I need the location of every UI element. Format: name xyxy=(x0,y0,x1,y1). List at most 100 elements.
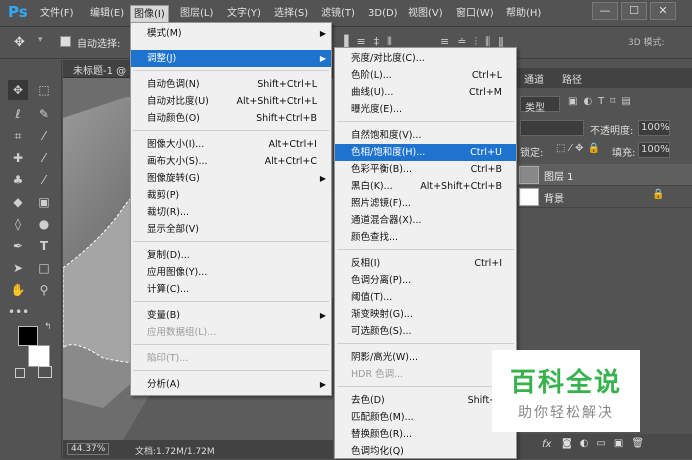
menu-item-exposure[interactable]: 曝光度(E)... xyxy=(335,101,516,118)
menu-item-replace-color[interactable]: 替换颜色(R)... xyxy=(335,426,516,443)
pen-icon[interactable]: ✒ xyxy=(8,236,28,256)
gradient-icon[interactable]: ▣ xyxy=(34,192,54,212)
layer-filter-select[interactable]: 类型 xyxy=(520,96,560,114)
background-color-swatch[interactable] xyxy=(28,345,50,367)
menu-item-match-color[interactable]: 匹配颜色(M)... xyxy=(335,409,516,426)
menu-help[interactable]: 帮助(H) xyxy=(506,6,541,22)
menu-item-gradient-map[interactable]: 渐变映射(G)... xyxy=(335,306,516,323)
menu-filter[interactable]: 滤镜(T) xyxy=(321,6,355,22)
toolbox: ✥ ⬚ ℓ ✎ ⌗ ⁄ ✚ ⁄ ♣ ⁄ ◆ ▣ ◊ ● ✒ T ➤ □ ✋ ⚲ … xyxy=(0,60,62,459)
layer-filter-icons[interactable]: ▣◐T⌑▤ xyxy=(568,96,637,107)
maximize-button[interactable]: ☐ xyxy=(621,2,647,20)
menu-item-levels[interactable]: 色阶(L)... Ctrl+L xyxy=(335,67,516,84)
blur-icon[interactable]: ◊ xyxy=(8,214,28,234)
crop-icon[interactable]: ⌗ xyxy=(8,126,28,146)
menu-item-reveal-all[interactable]: 显示全部(V) xyxy=(131,221,331,238)
menu-item-shadows-highlights[interactable]: 阴影/高光(W)... xyxy=(335,349,516,366)
menu-file[interactable]: 文件(F) xyxy=(40,6,74,22)
menu-item-color-balance[interactable]: 色彩平衡(B)... Ctrl+B xyxy=(335,161,516,178)
menu-type[interactable]: 文字(Y) xyxy=(227,6,261,22)
menu-item-auto-tone[interactable]: 自动色调(N) Shift+Ctrl+L xyxy=(131,76,331,93)
watermark-title: 百科全说 xyxy=(509,368,622,398)
menu-item-brightness-contrast[interactable]: 亮度/对比度(C)... xyxy=(335,50,516,67)
lasso-icon[interactable]: ℓ xyxy=(8,104,28,124)
zoom-level[interactable]: 44.37% xyxy=(67,443,110,455)
marquee-icon[interactable]: ⬚ xyxy=(34,80,54,100)
brush-icon[interactable]: ⁄ xyxy=(34,148,54,168)
menu-item-canvas-size[interactable]: 画布大小(S)... Alt+Ctrl+C xyxy=(131,153,331,170)
menu-item-black-white[interactable]: 黑白(K)... Alt+Shift+Ctrl+B xyxy=(335,178,516,195)
auto-select-checkbox[interactable] xyxy=(60,36,71,47)
panel-action-icons[interactable]: ◙◐▭▣🗑 xyxy=(562,438,652,449)
menu-item-auto-contrast[interactable]: 自动对比度(U) Alt+Shift+Ctrl+L xyxy=(131,93,331,110)
layer-row[interactable]: 图层 1 xyxy=(516,164,692,186)
menu-window[interactable]: 窗口(W) xyxy=(456,6,494,22)
menu-item-channel-mixer[interactable]: 通道混合器(X)... xyxy=(335,212,516,229)
menu-layer[interactable]: 图层(L) xyxy=(180,6,213,22)
move-icon[interactable]: ✥ xyxy=(8,80,28,100)
menu-edit[interactable]: 编辑(E) xyxy=(90,6,124,22)
menu-item-hue-saturation[interactable]: 色相/饱和度(H)... Ctrl+U xyxy=(335,144,516,161)
menu-item-image-size[interactable]: 图像大小(I)... Alt+Ctrl+I xyxy=(131,136,331,153)
menu-item-analysis[interactable]: 分析(A) ▶ xyxy=(131,376,331,393)
eraser-icon[interactable]: ◆ xyxy=(8,192,28,212)
foreground-color-swatch[interactable] xyxy=(18,326,38,346)
menu-item-auto-color[interactable]: 自动颜色(O) Shift+Ctrl+B xyxy=(131,110,331,127)
menu-item-vibrance[interactable]: 自然饱和度(V)... xyxy=(335,127,516,144)
history-brush-icon[interactable]: ⁄ xyxy=(34,170,54,190)
opacity-field[interactable]: 100% xyxy=(638,120,670,136)
fill-field[interactable]: 100% xyxy=(638,142,670,158)
photoshop-logo: Ps xyxy=(8,3,28,21)
magic-wand-icon[interactable]: ✎ xyxy=(34,104,54,124)
quick-mask-icon[interactable] xyxy=(15,368,25,378)
tab-channels[interactable]: 通道 xyxy=(524,71,544,86)
healing-icon[interactable]: ✚ xyxy=(8,148,28,168)
menu-3d[interactable]: 3D(D) xyxy=(368,6,398,22)
zoom-icon[interactable]: ⚲ xyxy=(34,280,54,300)
fx-icon[interactable]: fx xyxy=(542,439,551,450)
menu-item-selective-color[interactable]: 可选颜色(S)... xyxy=(335,323,516,340)
rectangle-icon[interactable]: □ xyxy=(34,258,54,278)
eyedropper-icon[interactable]: ⁄ xyxy=(34,126,54,146)
menu-item-equalize[interactable]: 色调均化(Q) xyxy=(335,443,516,460)
hand-icon[interactable]: ✋ xyxy=(8,280,28,300)
layer-name[interactable]: 背景 xyxy=(544,190,564,205)
menu-item-desaturate[interactable]: 去色(D)Shift+Ctrl+ xyxy=(335,392,522,409)
menu-item-color-lookup[interactable]: 颜色查找... xyxy=(335,229,516,246)
more-tools-icon[interactable]: ••• xyxy=(8,302,29,322)
menu-image[interactable]: 图像(I) xyxy=(130,5,169,23)
dropdown-arrow-icon[interactable]: ▾ xyxy=(38,35,43,45)
blend-mode-select[interactable] xyxy=(520,120,584,136)
menu-item-crop[interactable]: 裁剪(P) xyxy=(131,187,331,204)
menu-item-threshold[interactable]: 阈值(T)... xyxy=(335,289,516,306)
layer-thumbnail xyxy=(519,166,539,184)
tab-paths[interactable]: 路径 xyxy=(562,71,582,86)
watermark-subtitle: 助你轻松解决 xyxy=(518,405,614,421)
menu-item-adjustments[interactable]: 调整(J) ▶ xyxy=(131,50,331,67)
menu-item-calculations[interactable]: 计算(C)... xyxy=(131,281,331,298)
screen-mode-icon[interactable] xyxy=(38,366,52,378)
menu-item-duplicate[interactable]: 复制(D)... xyxy=(131,247,331,264)
swap-colors-icon[interactable]: ↰ xyxy=(44,322,52,332)
menu-item-curves[interactable]: 曲线(U)... Ctrl+M xyxy=(335,84,516,101)
move-tool-icon[interactable]: ✥ xyxy=(14,35,25,50)
stamp-icon[interactable]: ♣ xyxy=(8,170,28,190)
menu-item-image-rotation[interactable]: 图像旋转(G) ▶ xyxy=(131,170,331,187)
layer-name[interactable]: 图层 1 xyxy=(544,168,574,183)
menu-item-variables[interactable]: 变量(B) ▶ xyxy=(131,307,331,324)
menu-select[interactable]: 选择(S) xyxy=(274,6,308,22)
menu-item-posterize[interactable]: 色调分离(P)... xyxy=(335,272,516,289)
minimize-button[interactable]: — xyxy=(592,2,618,20)
type-icon[interactable]: T xyxy=(34,236,54,256)
menu-view[interactable]: 视图(V) xyxy=(408,6,443,22)
menu-item-mode[interactable]: 模式(M) ▶ xyxy=(131,25,331,42)
layer-row[interactable]: 背景 🔒 xyxy=(516,186,692,208)
menu-item-photo-filter[interactable]: 照片滤镜(F)... xyxy=(335,195,516,212)
path-select-icon[interactable]: ➤ xyxy=(8,258,28,278)
menu-item-trim[interactable]: 裁切(R)... xyxy=(131,204,331,221)
dodge-icon[interactable]: ● xyxy=(34,214,54,234)
lock-icons[interactable]: ⬚⁄✥🔒 xyxy=(556,143,604,154)
menu-item-invert[interactable]: 反相(I) Ctrl+I xyxy=(335,255,516,272)
menu-item-apply-image[interactable]: 应用图像(Y)... xyxy=(131,264,331,281)
close-button[interactable]: ✕ xyxy=(650,2,676,20)
